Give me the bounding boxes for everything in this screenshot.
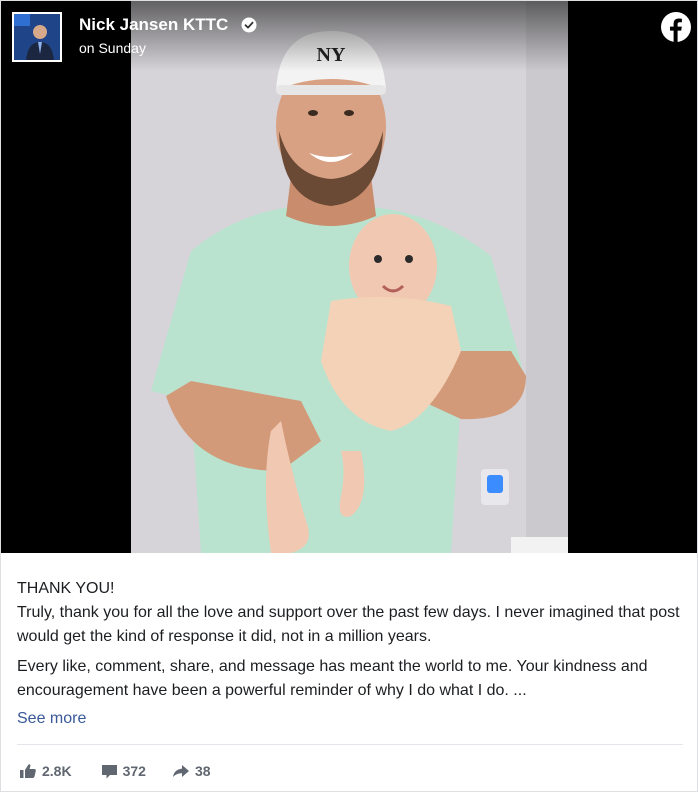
comment-icon [101, 764, 117, 778]
share-arrow-icon [172, 765, 189, 777]
facebook-post-card: NY [0, 0, 698, 792]
author-name[interactable]: Nick Jansen KTTC [79, 15, 228, 35]
post-header: Nick Jansen KTTC on Sunday [1, 1, 697, 71]
avatar-illustration [14, 14, 60, 60]
post-photo[interactable]: NY [131, 1, 568, 553]
comments-count: 372 [122, 763, 146, 779]
engagement-stats: 2.8K 372 38 [19, 761, 211, 781]
shares-stat[interactable]: 38 [172, 763, 211, 779]
post-text: THANK YOU! Truly, thank you for all the … [17, 577, 681, 731]
post-text-line1: THANK YOU! [17, 580, 115, 597]
divider [17, 744, 683, 745]
likes-stat[interactable]: 2.8K [19, 763, 72, 779]
post-timestamp[interactable]: on Sunday [79, 40, 146, 56]
likes-count: 2.8K [42, 763, 72, 779]
comments-stat[interactable]: 372 [101, 763, 146, 779]
like-icon [20, 764, 36, 778]
post-text-paragraph1: Truly, thank you for all the love and su… [17, 604, 680, 645]
verified-check-icon [241, 17, 257, 33]
facebook-logo-icon[interactable] [661, 12, 691, 42]
photo-illustration: NY [131, 1, 568, 553]
post-text-paragraph2: Every like, comment, share, and message … [17, 658, 648, 699]
avatar[interactable] [12, 12, 62, 62]
shares-count: 38 [194, 763, 211, 779]
see-more-link[interactable]: See more [17, 707, 86, 731]
post-media[interactable]: NY [1, 1, 697, 553]
